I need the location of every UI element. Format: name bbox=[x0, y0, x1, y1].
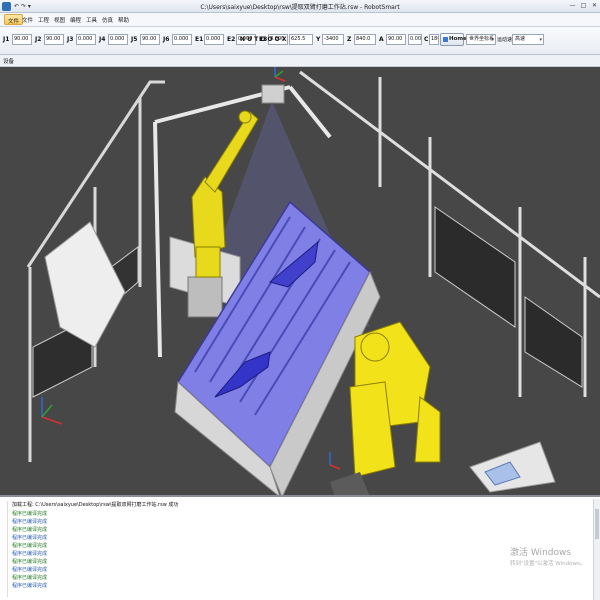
minimize-button[interactable]: — bbox=[568, 2, 577, 10]
output-scrollbar[interactable] bbox=[593, 499, 600, 600]
joint-label-j5: J5 bbox=[131, 36, 138, 43]
output-line: 程序已编译完成 bbox=[12, 583, 48, 589]
y-label: Y bbox=[316, 36, 321, 43]
joint-input-j5[interactable]: 90.00 bbox=[140, 34, 160, 45]
menu-simulation[interactable]: 仿真 bbox=[102, 16, 113, 24]
joint-input-j2[interactable]: 90.00 bbox=[44, 34, 64, 45]
joint-label-j6: J6 bbox=[163, 36, 170, 43]
home-icon bbox=[443, 37, 448, 42]
menu-help[interactable]: 帮助 bbox=[118, 16, 129, 24]
device-bar: 设备 bbox=[0, 55, 600, 67]
output-gutter bbox=[2, 501, 8, 597]
b-input[interactable]: 0.000 bbox=[408, 34, 422, 45]
left-robot-pedestal bbox=[187, 276, 223, 318]
menu-file[interactable]: 文件 bbox=[22, 16, 33, 24]
speed-select[interactable]: 高速 ▾ bbox=[512, 34, 544, 45]
joint-input-j4[interactable]: 0.000 bbox=[108, 34, 128, 45]
output-line: 程序已编译完成 bbox=[12, 511, 48, 517]
menu-program[interactable]: 编程 bbox=[70, 16, 81, 24]
output-line: 程序已编译完成 bbox=[12, 551, 48, 557]
camera-mount bbox=[261, 84, 285, 104]
scene-render bbox=[0, 67, 600, 495]
menu-bar: 文件 文件 工程 视图 编程 工具 仿真 帮助 bbox=[0, 13, 600, 27]
maximize-button[interactable]: □ bbox=[579, 2, 588, 10]
menu-file-active[interactable]: 文件 bbox=[4, 14, 24, 25]
chevron-down-icon: ▾ bbox=[491, 37, 494, 43]
output-line: 加载工程: C:\Users\saixyue\Desktop\rsw\提取双臂打… bbox=[12, 502, 179, 508]
coordinate-select-value: 世界坐标系 bbox=[469, 36, 495, 42]
joint-input-j3[interactable]: 0.000 bbox=[76, 34, 96, 45]
joint-label-j1: J1 bbox=[3, 36, 10, 43]
joint-input-e1[interactable]: 0.000 bbox=[204, 34, 224, 45]
output-line: 程序已编译完成 bbox=[12, 543, 48, 549]
speed-select-value: 高速 bbox=[515, 36, 526, 42]
joint-label-j4: J4 bbox=[99, 36, 106, 43]
output-line: 程序已编译完成 bbox=[12, 559, 48, 565]
activate-windows-title: 激活 Windows bbox=[510, 548, 572, 558]
menu-tools[interactable]: 工具 bbox=[86, 16, 97, 24]
z-input[interactable]: 840.0 bbox=[354, 34, 376, 45]
window-title: C:\Users\saixyue\Desktop\rsw\提取双臂打磨工作站.r… bbox=[200, 4, 400, 11]
c-input[interactable]: 180.0 bbox=[429, 34, 439, 45]
menu-view[interactable]: 视图 bbox=[54, 16, 65, 24]
joint-label-j3: J3 bbox=[67, 36, 74, 43]
x-input[interactable]: 625.5 bbox=[289, 34, 313, 45]
output-panel: 加载工程: C:\Users\saixyue\Desktop\rsw\提取双臂打… bbox=[0, 499, 600, 600]
output-line: 程序已编译完成 bbox=[12, 567, 48, 573]
joint-input-j1[interactable]: 90.00 bbox=[12, 34, 32, 45]
home-button-label: Home bbox=[449, 36, 467, 42]
z-label: Z bbox=[347, 36, 352, 43]
output-line: 程序已编译完成 bbox=[12, 527, 48, 533]
joint-toolbar: J1 90.00 J2 90.00 J3 0.000 J4 0.000 J5 9… bbox=[0, 27, 600, 55]
menu-project[interactable]: 工程 bbox=[38, 16, 49, 24]
chevron-down-icon: ▾ bbox=[539, 37, 542, 43]
joint-label-j2: J2 bbox=[35, 36, 42, 43]
joint-label-e1: E1 bbox=[195, 36, 204, 43]
3d-viewport[interactable] bbox=[0, 67, 600, 497]
activate-windows-subtitle: 转到"设置"以激活 Windows。 bbox=[510, 561, 586, 567]
a-input[interactable]: 90.00 bbox=[386, 34, 406, 45]
close-button[interactable]: ✕ bbox=[590, 2, 599, 10]
y-input[interactable]: -3400 bbox=[322, 34, 344, 45]
device-label[interactable]: 设备 bbox=[3, 57, 14, 65]
xyz-label: N U T O O O X bbox=[240, 36, 287, 43]
output-line: 程序已编译完成 bbox=[12, 519, 48, 525]
output-line: 程序已编译完成 bbox=[12, 575, 48, 581]
coordinate-select[interactable]: 世界坐标系 ▾ bbox=[466, 34, 496, 45]
joint-input-j6[interactable]: 0.000 bbox=[172, 34, 192, 45]
joint-label-e2: E2 bbox=[227, 36, 236, 43]
a-label: A bbox=[379, 36, 384, 43]
title-bar: ↶ ↷ ▾ C:\Users\saixyue\Desktop\rsw\提取双臂打… bbox=[0, 0, 600, 13]
scrollbar-thumb[interactable] bbox=[595, 509, 599, 539]
output-line: 程序已编译完成 bbox=[12, 535, 48, 541]
c-label: C bbox=[424, 36, 429, 43]
home-button[interactable]: Home bbox=[440, 33, 467, 46]
